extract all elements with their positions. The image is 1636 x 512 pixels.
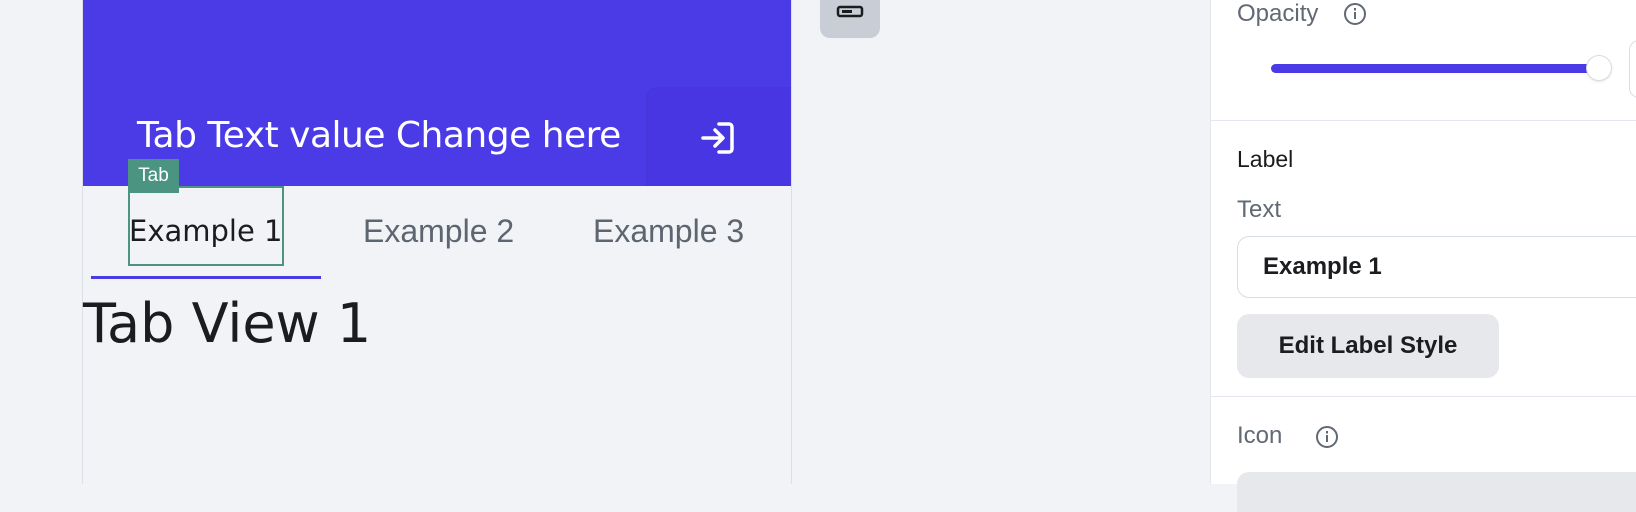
icon-picker-field[interactable] [1237, 472, 1636, 512]
tab-view-title: Tab View 1 [83, 292, 372, 355]
edit-label-style-button[interactable]: Edit Label Style [1237, 314, 1499, 378]
text-field-label: Text [1237, 196, 1282, 223]
label-section-title: Label [1237, 146, 1294, 172]
opacity-label: Opacity [1237, 0, 1319, 27]
divider [1211, 396, 1636, 397]
tab-bar: Example 1 Example 2 Example 3 [83, 186, 791, 279]
phone-preview: Tab Text value Change here Tab Example 1… [83, 0, 791, 484]
properties-panel: Opacity Label Text Example 1 Edit Label … [1210, 0, 1636, 512]
input-field-icon [836, 5, 864, 18]
opacity-value-input[interactable] [1629, 40, 1636, 98]
active-tab-indicator [91, 276, 321, 279]
icon-label: Icon [1237, 422, 1283, 449]
tab-example-3[interactable]: Example 3 [593, 210, 744, 252]
app-bar-action-button[interactable] [647, 88, 791, 186]
widget-toolbar-chip[interactable] [820, 0, 880, 38]
login-arrow-icon [701, 122, 734, 154]
tab-example-2[interactable]: Example 2 [363, 210, 514, 252]
label-text-input[interactable]: Example 1 [1237, 236, 1636, 298]
divider [1211, 120, 1636, 121]
tab-example-1[interactable]: Example 1 [129, 210, 282, 252]
app-bar[interactable]: Tab Text value Change here [83, 0, 791, 186]
opacity-slider-track[interactable] [1271, 64, 1603, 73]
info-icon[interactable] [1343, 2, 1367, 26]
info-icon[interactable] [1315, 425, 1339, 449]
opacity-slider-thumb[interactable] [1587, 56, 1611, 80]
app-bar-title[interactable]: Tab Text value Change here [137, 112, 621, 160]
